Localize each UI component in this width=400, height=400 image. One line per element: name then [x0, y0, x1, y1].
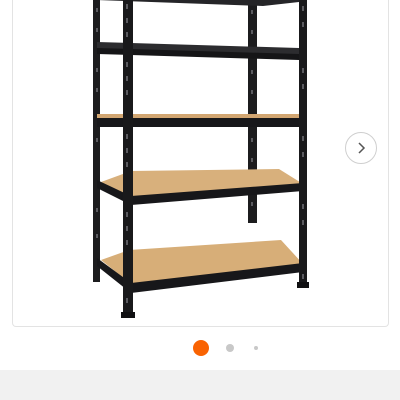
pagination-dot-active[interactable]: [193, 340, 209, 356]
gallery-pagination: [0, 338, 400, 358]
front-left-upright: [123, 0, 133, 318]
product-screen: [0, 0, 400, 400]
product-image: [93, 0, 309, 318]
pagination-dot[interactable]: [226, 344, 234, 352]
pagination-dot[interactable]: [254, 346, 258, 350]
product-image-gallery[interactable]: [12, 0, 389, 327]
bottom-section: [0, 370, 400, 400]
next-image-button[interactable]: [345, 132, 377, 164]
front-right-upright: [299, 0, 307, 288]
front-right-foot: [297, 282, 309, 288]
chevron-right-icon: [358, 142, 366, 154]
front-left-foot: [121, 312, 135, 318]
